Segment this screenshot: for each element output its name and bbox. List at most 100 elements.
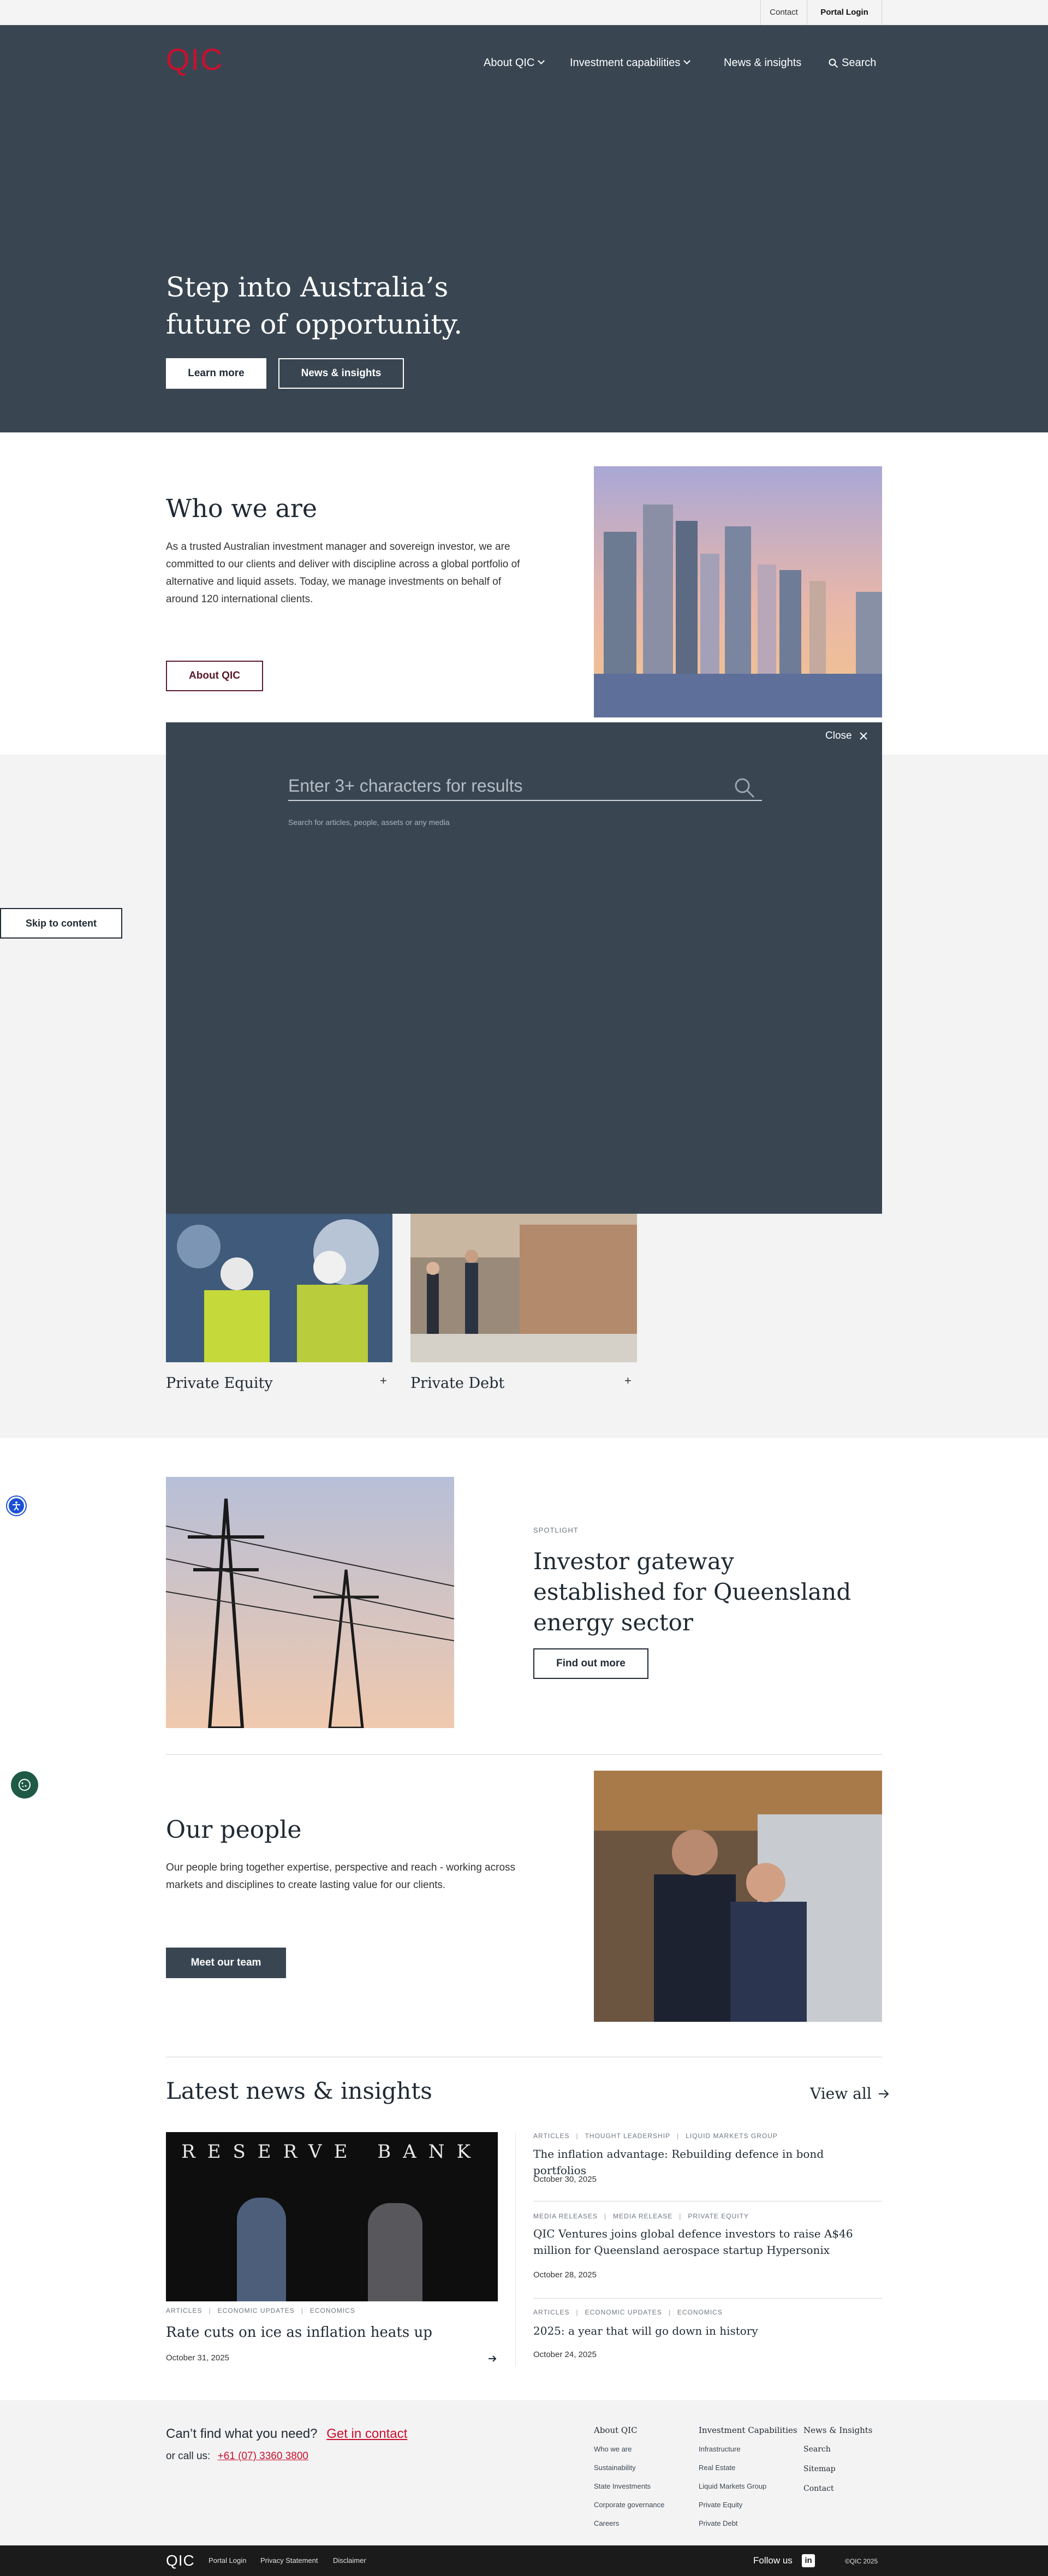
about-qic-button[interactable]: About QIC xyxy=(166,661,263,691)
footer-link[interactable]: Who we are xyxy=(594,2445,632,2453)
person-blur xyxy=(368,2203,422,2301)
view-all-link[interactable]: View all xyxy=(810,2085,889,2103)
news-tag[interactable]: LIQUID MARKETS GROUP xyxy=(686,2132,778,2140)
chevron-down-icon xyxy=(538,57,545,64)
news-date: October 28, 2025 xyxy=(533,2270,597,2280)
find-out-more-button[interactable]: Find out more xyxy=(533,1648,648,1679)
news-tag[interactable]: ECONOMICS xyxy=(677,2308,723,2316)
news-heading: Latest news & insights xyxy=(166,2078,432,2104)
portal-login-footer-link[interactable]: Portal Login xyxy=(209,2556,246,2565)
news-tag[interactable]: ECONOMIC UPDATES xyxy=(218,2307,295,2314)
phone-link[interactable]: +61 (07) 3360 3800 xyxy=(218,2450,308,2462)
reserve-bank-sign: RESERVE BANK xyxy=(181,2141,483,2163)
close-search-button[interactable]: Close xyxy=(825,730,867,742)
news-tags: ARTICLES | ECONOMIC UPDATES | ECONOMICS xyxy=(533,2308,723,2316)
nav-search-label: Search xyxy=(842,57,877,69)
search-icon[interactable] xyxy=(734,777,755,799)
hero-section: QIC About QIC Investment capabilities Ne… xyxy=(0,25,1048,432)
cookie-settings-icon[interactable] xyxy=(11,1771,38,1799)
footer: Can’t find what you need? Get in contact… xyxy=(0,2400,1048,2545)
footer-link[interactable]: Sustainability xyxy=(594,2464,636,2472)
nav-about-label: About QIC xyxy=(484,57,535,69)
footer-link[interactable]: Private Equity xyxy=(699,2501,742,2509)
news-tag[interactable]: THOUGHT LEADERSHIP xyxy=(585,2132,670,2140)
news-insights-button[interactable]: News & insights xyxy=(278,358,404,389)
news-list-item[interactable]: ARTICLES | ECONOMIC UPDATES | ECONOMICS 2025… xyxy=(533,2305,882,2365)
news-tag[interactable]: PRIVATE EQUITY xyxy=(688,2212,749,2220)
news-list-item[interactable]: ARTICLES | THOUGHT LEADERSHIP | LIQUID MARKE… xyxy=(533,2129,882,2201)
nav-investment-capabilities[interactable]: Investment capabilities xyxy=(570,57,691,69)
plus-icon[interactable]: + xyxy=(380,1374,387,1388)
plus-icon[interactable]: + xyxy=(624,1374,632,1388)
footer-link[interactable]: State Investments xyxy=(594,2482,651,2490)
qic-logo[interactable]: QIC xyxy=(166,41,224,77)
news-tag[interactable]: ARTICLES xyxy=(166,2307,202,2314)
skip-to-content-link[interactable]: Skip to content xyxy=(0,908,122,939)
view-all-label: View all xyxy=(810,2085,872,2103)
footer-heading-capabilities[interactable]: Investment Capabilities xyxy=(699,2425,797,2435)
private-debt-label[interactable]: Private Debt xyxy=(410,1375,504,1392)
disclaimer-link[interactable]: Disclaimer xyxy=(333,2556,366,2565)
featured-news-title[interactable]: Rate cuts on ice as inflation heats up xyxy=(166,2324,432,2341)
news-tag[interactable]: ARTICLES xyxy=(533,2308,569,2316)
news-title[interactable]: 2025: a year that will go down in histor… xyxy=(533,2323,872,2339)
utility-bar: Contact Portal Login xyxy=(0,0,1048,25)
nav-search[interactable]: Search xyxy=(829,57,876,69)
learn-more-button[interactable]: Learn more xyxy=(166,358,266,389)
power-lines-image xyxy=(166,1477,454,1728)
footer-link[interactable]: Real Estate xyxy=(699,2464,735,2472)
privacy-statement-link[interactable]: Privacy Statement xyxy=(260,2556,318,2565)
footer-heading-news[interactable]: News & Insights xyxy=(803,2425,873,2435)
qic-logo[interactable]: QIC xyxy=(166,2552,195,2569)
footer-link-serif[interactable]: Contact xyxy=(803,2484,834,2493)
news-tag[interactable]: ECONOMIC UPDATES xyxy=(585,2308,662,2316)
news-tag[interactable]: MEDIA RELEASES xyxy=(533,2212,598,2220)
footer-call-label: or call us: xyxy=(166,2450,211,2462)
footer-link[interactable]: Private Debt xyxy=(699,2519,738,2527)
nav-news-insights[interactable]: News & insights xyxy=(724,57,801,69)
featured-news-image[interactable]: RESERVE BANK xyxy=(166,2132,498,2301)
hero-heading: Step into Australia’s future of opportun… xyxy=(166,271,463,340)
accessibility-icon[interactable] xyxy=(7,1497,26,1515)
news-tag[interactable]: ECONOMICS xyxy=(310,2307,355,2314)
portal-login-link[interactable]: Portal Login xyxy=(807,0,882,25)
footer-link[interactable]: Careers xyxy=(594,2519,619,2527)
footer-prompt: Can’t find what you need? Get in contact xyxy=(166,2426,407,2442)
spotlight-heading: Investor gateway established for Queensl… xyxy=(533,1548,851,1636)
news-title[interactable]: QIC Ventures joins global defence invest… xyxy=(533,2225,877,2258)
footer-heading-about[interactable]: About QIC xyxy=(594,2425,638,2435)
meet-our-team-button[interactable]: Meet our team xyxy=(166,1948,286,1978)
footer-link[interactable]: Infrastructure xyxy=(699,2445,741,2453)
private-debt-image xyxy=(410,1214,637,1362)
section-divider xyxy=(166,1754,882,1755)
news-title[interactable]: The inflation advantage: Rebuilding defe… xyxy=(533,2146,872,2179)
follow-us-label: Follow us xyxy=(753,2555,793,2566)
footer-link-serif[interactable]: Sitemap xyxy=(803,2465,836,2473)
featured-news-date: October 31, 2025 xyxy=(166,2353,229,2363)
linkedin-icon[interactable]: in xyxy=(802,2554,815,2567)
private-equity-label[interactable]: Private Equity xyxy=(166,1375,273,1392)
get-in-contact-link[interactable]: Get in contact xyxy=(326,2426,407,2441)
copyright: ©QIC 2025 xyxy=(845,2557,878,2565)
contact-link[interactable]: Contact xyxy=(760,0,807,25)
person-blur xyxy=(237,2198,286,2301)
footer-link[interactable]: Corporate governance xyxy=(594,2501,664,2509)
search-hint: Search for articles, people, assets or a… xyxy=(288,818,450,827)
footer-link-serif[interactable]: Search xyxy=(803,2445,831,2454)
arrow-right-icon[interactable] xyxy=(488,2355,497,2363)
news-tag[interactable]: MEDIA RELEASE xyxy=(613,2212,672,2220)
footer-prompt-text: Can’t find what you need? xyxy=(166,2426,318,2441)
brisbane-city-image xyxy=(594,466,882,717)
search-field[interactable] xyxy=(288,773,762,801)
who-we-are-section: Who we are As a trusted Australian inves… xyxy=(0,432,1048,755)
news-tag[interactable]: ARTICLES xyxy=(533,2132,569,2140)
news-date: October 30, 2025 xyxy=(533,2175,597,2184)
footer-link[interactable]: Liquid Markets Group xyxy=(699,2482,766,2490)
close-icon xyxy=(859,732,867,740)
news-date: October 24, 2025 xyxy=(533,2350,597,2359)
news-tags: ARTICLES | THOUGHT LEADERSHIP | LIQUID MARKE… xyxy=(533,2132,778,2140)
nav-about[interactable]: About QIC xyxy=(484,57,545,69)
news-list-item[interactable]: MEDIA RELEASES | MEDIA RELEASE | PRIVATE EQU… xyxy=(533,2209,882,2299)
our-people-body: Our people bring together expertise, per… xyxy=(166,1862,516,1891)
search-input[interactable] xyxy=(288,773,725,799)
